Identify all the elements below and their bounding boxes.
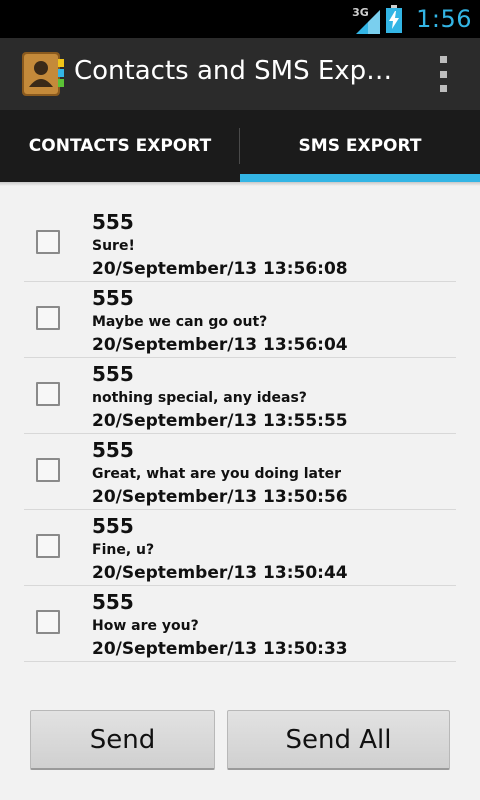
send-button[interactable]: Send [30, 710, 215, 770]
list-item[interactable]: 555 Maybe we can go out? 20/September/13… [24, 282, 456, 358]
message-checkbox[interactable] [36, 382, 60, 406]
list-item[interactable]: 555 nothing special, any ideas? 20/Septe… [24, 358, 456, 434]
sms-datetime: 20/September/13 13:55:55 [92, 411, 348, 431]
sms-number: 555 [92, 362, 134, 386]
sms-body: Sure! [92, 238, 135, 254]
sms-datetime: 20/September/13 13:56:04 [92, 335, 348, 355]
sms-datetime: 20/September/13 13:56:08 [92, 259, 348, 279]
message-checkbox[interactable] [36, 306, 60, 330]
sms-body: nothing special, any ideas? [92, 390, 307, 406]
sms-number: 555 [92, 514, 134, 538]
sms-datetime: 20/September/13 13:50:44 [92, 563, 348, 583]
battery-charging-icon [386, 5, 403, 33]
status-clock: 1:56 [416, 5, 472, 33]
status-icons: 3G 1:56 [352, 0, 472, 38]
sms-number: 555 [92, 286, 134, 310]
list-item[interactable]: 555 Fine, u? 20/September/13 13:50:44 [24, 510, 456, 586]
sms-number: 555 [92, 210, 134, 234]
contacts-book-icon[interactable] [20, 51, 66, 97]
overflow-menu-icon[interactable] [436, 56, 450, 92]
tab-sms-export[interactable]: SMS EXPORT [240, 110, 480, 182]
sms-datetime: 20/September/13 13:50:33 [92, 639, 348, 659]
sms-body: How are you? [92, 618, 199, 634]
send-all-button[interactable]: Send All [227, 710, 450, 770]
mobile-signal-icon: 3G [352, 4, 381, 34]
sms-number: 555 [92, 438, 134, 462]
tab-bar: CONTACTS EXPORT SMS EXPORT [0, 110, 480, 182]
tab-bar-shadow [0, 182, 480, 186]
sms-body: Great, what are you doing later [92, 466, 342, 482]
list-item[interactable]: 555 Sure! 20/September/13 13:56:08 [24, 206, 456, 282]
action-bar: Contacts and SMS Expo… [0, 38, 480, 110]
sms-number: 555 [92, 590, 134, 614]
list-item[interactable]: 555 How are you? 20/September/13 13:50:3… [24, 586, 456, 662]
selected-tab-indicator [240, 174, 480, 182]
sms-datetime: 20/September/13 13:50:56 [92, 487, 348, 507]
message-checkbox[interactable] [36, 230, 60, 254]
tab-contacts-export[interactable]: CONTACTS EXPORT [0, 110, 240, 182]
message-checkbox[interactable] [36, 534, 60, 558]
message-checkbox[interactable] [36, 610, 60, 634]
sms-list: 555 Sure! 20/September/13 13:56:08 555 M… [24, 206, 456, 662]
app-title: Contacts and SMS Expo… [74, 56, 394, 86]
list-item[interactable]: 555 Great, what are you doing later 20/S… [24, 434, 456, 510]
sms-body: Fine, u? [92, 542, 155, 558]
sms-body: Maybe we can go out? [92, 314, 268, 330]
status-bar: 3G 1:56 [0, 0, 480, 38]
message-checkbox[interactable] [36, 458, 60, 482]
